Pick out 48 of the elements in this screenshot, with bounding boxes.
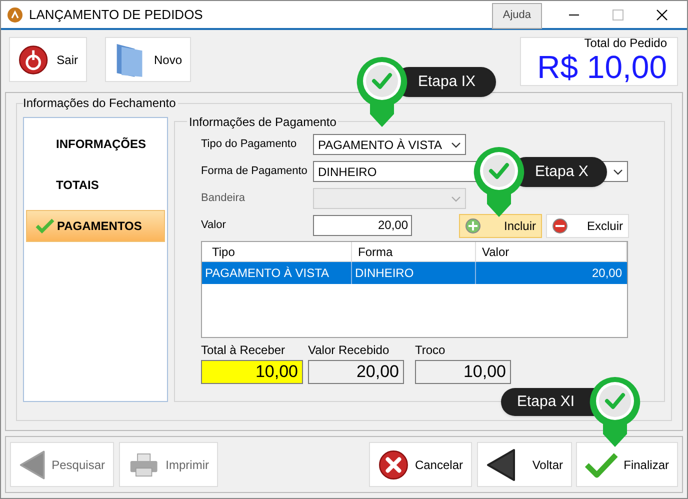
check-icon xyxy=(585,450,618,478)
total-label: Troco xyxy=(415,343,446,357)
sidebar-item[interactable]: INFORMAÇÕES xyxy=(26,128,165,160)
field-label: Bandeira xyxy=(201,191,246,206)
field-label: Valor xyxy=(201,218,227,234)
select-field[interactable]: PAGAMENTO À VISTA xyxy=(313,134,466,155)
total-label: Total à Receber xyxy=(201,343,286,357)
total-label: Valor Recebido xyxy=(308,343,390,357)
toolbar-button[interactable]: Sair xyxy=(9,37,87,82)
group-title: Informações do Fechamento xyxy=(23,96,178,110)
column-header[interactable]: Forma xyxy=(352,242,476,261)
field-label: Forma de Pagamento xyxy=(201,164,308,180)
total-value: 10,00 xyxy=(201,360,303,384)
table-cell-text: 20,00 xyxy=(590,265,623,282)
footer-button[interactable]: Cancelar xyxy=(369,442,472,487)
left-triangle-icon xyxy=(486,448,516,482)
help-button[interactable]: Ajuda xyxy=(492,2,542,28)
field-label: Tipo do Pagamento xyxy=(201,137,298,152)
chevron-down-icon xyxy=(451,142,461,148)
footer-button[interactable]: Voltar xyxy=(477,442,572,487)
add-button[interactable]: Incluir xyxy=(459,214,542,238)
column-header[interactable]: Tipo xyxy=(202,242,352,261)
group-title: Informações de Pagamento xyxy=(187,115,338,129)
minus-circle-icon xyxy=(552,218,568,234)
close-icon[interactable] xyxy=(656,8,668,20)
chevron-down-icon xyxy=(613,168,623,174)
app-logo-icon xyxy=(7,6,23,22)
table-row[interactable]: PAGAMENTO À VISTA DINHEIRO 20,00 xyxy=(202,262,627,284)
sidebar-item[interactable]: TOTAIS xyxy=(26,169,165,201)
sidebar-item[interactable]: PAGAMENTOS xyxy=(26,210,165,242)
check-icon xyxy=(35,218,55,234)
input-field[interactable]: 20,00 xyxy=(313,215,412,236)
window-title: LANÇAMENTO DE PEDIDOS xyxy=(29,6,203,24)
remove-button[interactable]: Excluir xyxy=(546,214,629,238)
order-total-caption: Total do Pedido xyxy=(584,37,667,50)
total-value: 10,00 xyxy=(415,360,511,384)
total-value: 20,00 xyxy=(308,360,404,384)
check-pin-icon xyxy=(473,146,525,218)
toolbar-button[interactable]: Novo xyxy=(105,37,191,82)
column-header[interactable]: Valor xyxy=(476,242,627,261)
chevron-down-icon xyxy=(451,196,461,202)
check-pin-icon xyxy=(356,56,408,128)
plus-circle-icon xyxy=(465,218,481,234)
order-total-value: R$ 10,00 xyxy=(537,50,667,84)
table-cell: DINHEIRO xyxy=(352,262,476,284)
check-pin-icon xyxy=(589,376,641,448)
table-cell: PAGAMENTO À VISTA xyxy=(202,262,352,284)
footer-button[interactable]: Finalizar xyxy=(576,442,678,487)
